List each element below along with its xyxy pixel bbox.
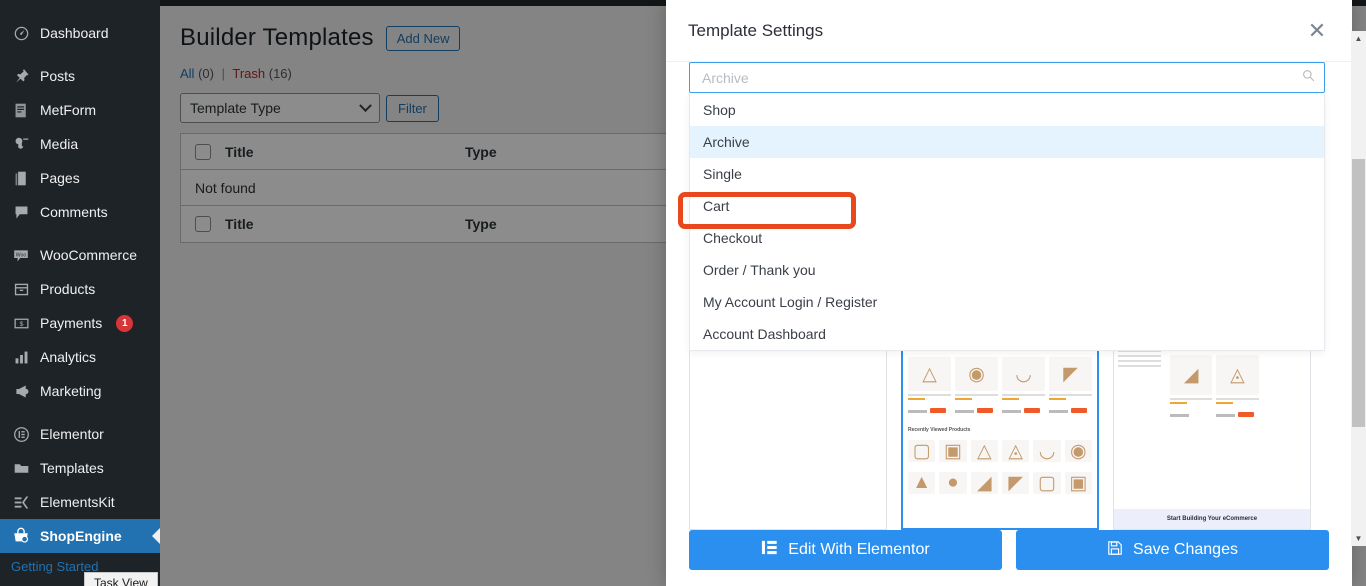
elementskit-icon	[11, 492, 31, 512]
form-icon	[11, 100, 31, 120]
wp-admin-sidebar: Dashboard Posts MetForm Media Pages Comm…	[0, 0, 160, 586]
sidebar-item-posts[interactable]: Posts	[0, 59, 160, 93]
sidebar-item-elementor[interactable]: Elementor	[0, 417, 160, 451]
elementor-icon	[761, 539, 778, 561]
save-changes-button[interactable]: Save Changes	[1016, 530, 1329, 570]
dropdown-option-cart[interactable]: Cart	[690, 190, 1324, 222]
payments-badge: 1	[116, 314, 134, 332]
analytics-icon	[11, 347, 31, 367]
save-icon	[1107, 540, 1123, 561]
sidebar-item-elementskit[interactable]: ElementsKit	[0, 485, 160, 519]
sidebar-item-label: WooCommerce	[40, 247, 137, 263]
template-settings-modal: Template Settings ✕ ● ▲ ◢ ◬	[666, 0, 1352, 586]
search-icon	[1302, 69, 1315, 87]
sidebar-item-label: Media	[40, 136, 79, 152]
dropdown-option-archive[interactable]: Archive	[690, 126, 1324, 158]
scroll-down-arrow-icon[interactable]: ▼	[1351, 531, 1366, 546]
elementor-icon	[11, 424, 31, 444]
pages-icon	[11, 168, 31, 188]
sidebar-item-label: ShopEngine	[40, 528, 122, 544]
sidebar-item-label: Products	[40, 281, 96, 297]
sidebar-item-label: Templates	[40, 460, 104, 476]
submenu-arrow-icon	[152, 528, 160, 544]
task-view-tooltip: Task View	[84, 572, 158, 586]
dropdown-option-single[interactable]: Single	[690, 158, 1324, 190]
browser-scrollbar[interactable]: ▲ ▼	[1351, 31, 1366, 546]
sidebar-item-comments[interactable]: Comments	[0, 195, 160, 229]
scrollbar-thumb[interactable]	[1352, 159, 1365, 427]
sidebar-item-products[interactable]: Products	[0, 272, 160, 306]
sidebar-item-label: Dashboard	[40, 25, 109, 41]
template-search	[689, 62, 1325, 93]
sidebar-item-payments[interactable]: $ Payments 1	[0, 306, 160, 340]
dropdown-option-shop[interactable]: Shop	[690, 94, 1324, 126]
edit-with-elementor-button[interactable]: Edit With Elementor	[689, 530, 1002, 570]
modal-header: Template Settings ✕	[666, 0, 1352, 62]
marketing-icon	[11, 381, 31, 401]
svg-text:$: $	[19, 321, 23, 328]
modal-body: ● ▲ ◢ ◬ △ ◉ ◡ ◤ Recently Viewed Products	[666, 62, 1352, 530]
sidebar-item-label: Pages	[40, 170, 80, 186]
sidebar-item-marketing[interactable]: Marketing	[0, 374, 160, 408]
products-icon	[11, 279, 31, 299]
shopengine-icon	[11, 526, 31, 546]
template-cta-text: Start Building Your eCommerce	[1114, 509, 1310, 529]
sidebar-item-label: Comments	[40, 204, 108, 220]
sidebar-item-label: Payments	[40, 315, 103, 331]
sidebar-item-analytics[interactable]: Analytics	[0, 340, 160, 374]
sidebar-item-label: Marketing	[40, 383, 102, 399]
sidebar-item-pages[interactable]: Pages	[0, 161, 160, 195]
save-changes-label: Save Changes	[1133, 541, 1238, 558]
search-input[interactable]	[690, 63, 1324, 92]
woo-icon: Woo	[11, 245, 31, 265]
templates-icon	[11, 458, 31, 478]
close-icon[interactable]: ✕	[1304, 18, 1330, 44]
search-box[interactable]	[689, 62, 1325, 93]
dropdown-option-account-dashboard[interactable]: Account Dashboard	[690, 318, 1324, 350]
sidebar-item-templates[interactable]: Templates	[0, 451, 160, 485]
sidebar-submenu-getting-started[interactable]: Getting Started	[0, 553, 160, 574]
modal-footer: Edit With Elementor Save Changes	[666, 530, 1352, 586]
modal-title: Template Settings	[688, 20, 824, 40]
template-type-dropdown: Shop Archive Single Cart Checkout Order …	[689, 94, 1325, 351]
edit-with-elementor-label: Edit With Elementor	[788, 541, 930, 558]
payments-icon: $	[11, 313, 31, 333]
sidebar-item-label: ElementsKit	[40, 494, 115, 510]
sidebar-item-woocommerce[interactable]: Woo WooCommerce	[0, 238, 160, 272]
screen: Builder Templates Add New All (0) | Tras…	[0, 0, 1366, 586]
comment-icon	[11, 202, 31, 222]
dropdown-option-checkout[interactable]: Checkout	[690, 222, 1324, 254]
sidebar-item-media[interactable]: Media	[0, 127, 160, 161]
pin-icon	[11, 66, 31, 86]
sidebar-item-label: Elementor	[40, 426, 104, 442]
sidebar-item-dashboard[interactable]: Dashboard	[0, 16, 160, 50]
sidebar-item-metform[interactable]: MetForm	[0, 93, 160, 127]
sidebar-item-label: MetForm	[40, 102, 96, 118]
sidebar-item-label: Analytics	[40, 349, 97, 365]
dropdown-option-order-thank-you[interactable]: Order / Thank you	[690, 254, 1324, 286]
sidebar-item-label: Posts	[40, 68, 76, 84]
scroll-up-arrow-icon[interactable]: ▲	[1351, 31, 1366, 46]
dropdown-option-my-account[interactable]: My Account Login / Register	[690, 286, 1324, 318]
sidebar-item-shopengine[interactable]: ShopEngine	[0, 519, 160, 553]
dashboard-icon	[11, 23, 31, 43]
svg-text:Woo: Woo	[16, 252, 27, 258]
media-icon	[11, 134, 31, 154]
